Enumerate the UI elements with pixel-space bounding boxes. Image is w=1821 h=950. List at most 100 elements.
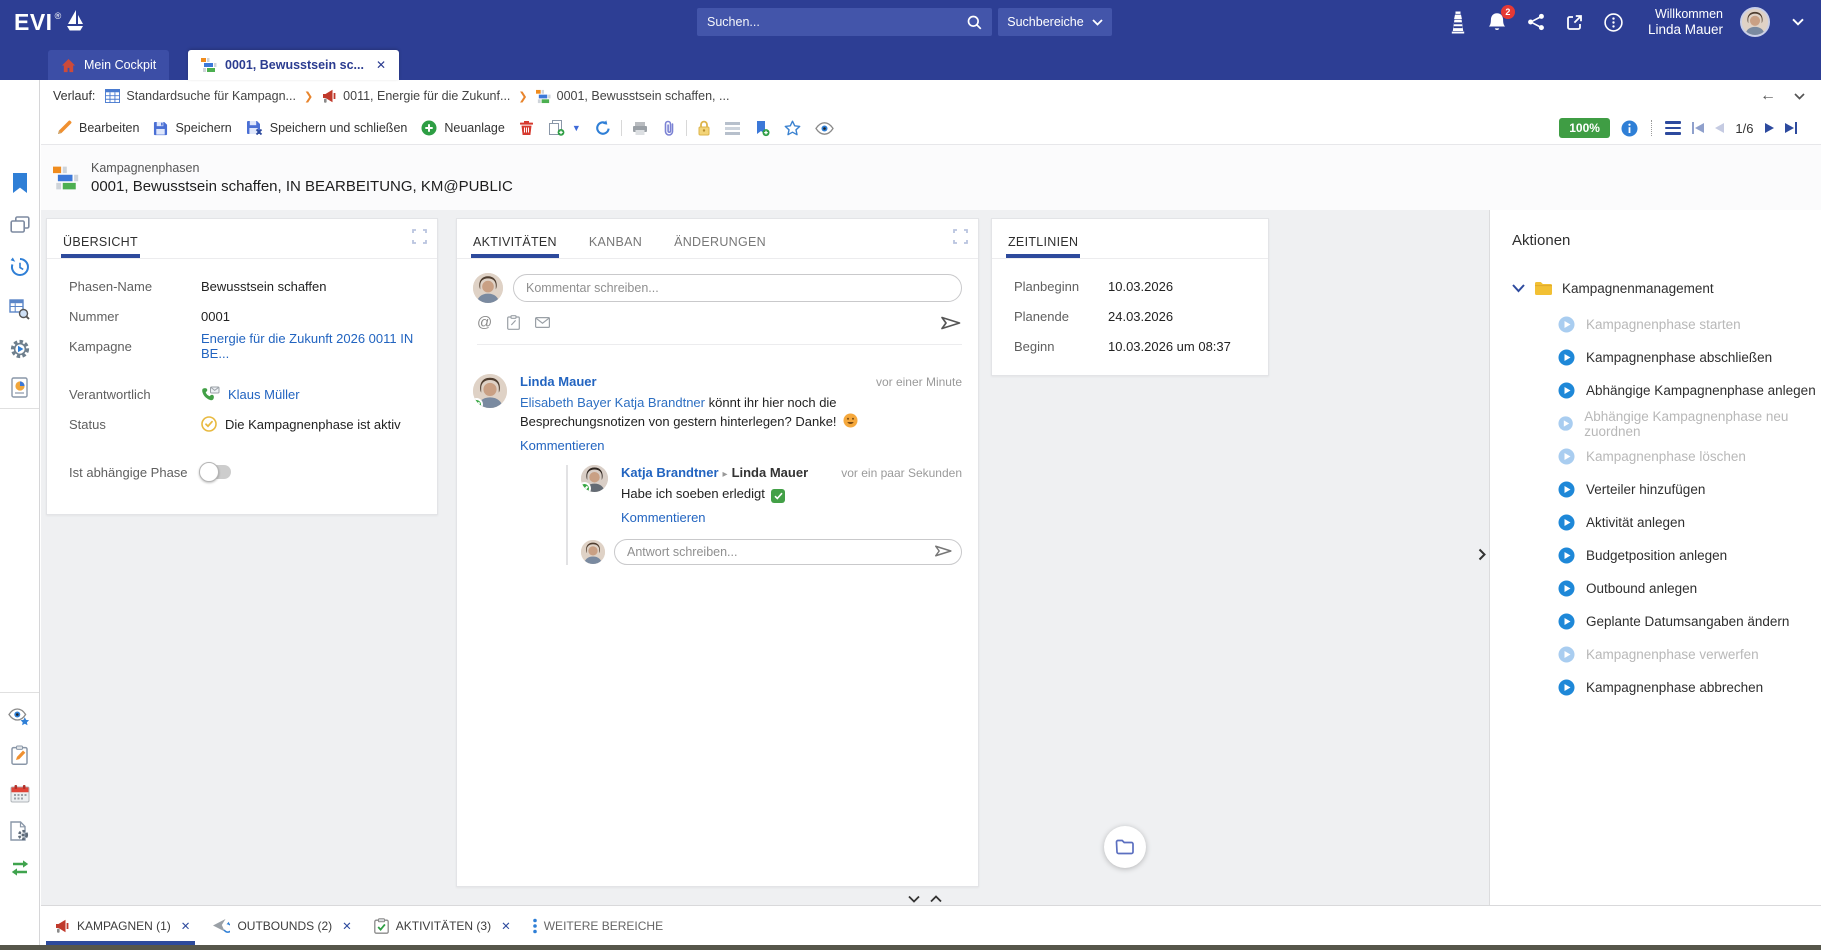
first-page-button[interactable] bbox=[1692, 122, 1705, 134]
sidebar-item-history[interactable] bbox=[0, 248, 39, 286]
bottom-tab-kampagnen[interactable]: KAMPAGNEN (1) ✕ bbox=[45, 906, 203, 945]
action-item[interactable]: Kampagnenphase abbrechen bbox=[1490, 671, 1821, 704]
avatar[interactable] bbox=[1740, 7, 1770, 37]
mention-links[interactable]: Elisabeth Bayer Katja Brandtner bbox=[520, 395, 705, 410]
sidebar-item-watchlist[interactable] bbox=[0, 698, 39, 736]
expand-panel-icon[interactable] bbox=[953, 229, 968, 244]
comment-action-link[interactable]: Kommentieren bbox=[520, 438, 605, 453]
next-page-button[interactable] bbox=[1765, 123, 1774, 133]
process-gear-icon bbox=[9, 338, 31, 360]
last-page-button[interactable] bbox=[1785, 122, 1798, 134]
collapse-bottom-chevron[interactable] bbox=[905, 892, 923, 906]
menu-icon[interactable] bbox=[1665, 121, 1681, 135]
copy-new-icon bbox=[548, 120, 565, 136]
info-icon[interactable] bbox=[1621, 120, 1638, 137]
search-input[interactable] bbox=[707, 15, 967, 29]
tab-kanban[interactable]: KANBAN bbox=[587, 235, 644, 258]
comment-action-link[interactable]: Kommentieren bbox=[621, 510, 706, 525]
tab-mein-cockpit[interactable]: Mein Cockpit bbox=[48, 50, 169, 80]
nav-back-icon[interactable]: ← bbox=[1760, 87, 1776, 105]
breadcrumb-item-phase[interactable]: 0001, Bewusstsein schaffen, ... bbox=[536, 89, 730, 104]
sidebar-item-calendar[interactable] bbox=[0, 774, 39, 812]
note-icon[interactable] bbox=[507, 315, 520, 330]
expand-panel-icon[interactable] bbox=[412, 229, 427, 244]
visibility-button[interactable] bbox=[808, 115, 841, 141]
reply-arrow-icon: ▸ bbox=[719, 469, 732, 480]
bottom-tab-outbounds[interactable]: OUTBOUNDS (2) ✕ bbox=[203, 906, 364, 945]
dashboard-folder-button[interactable] bbox=[1104, 826, 1146, 868]
save-close-button[interactable]: Speichern und schließen bbox=[239, 115, 415, 141]
action-item[interactable]: Outbound anlegen bbox=[1490, 572, 1821, 605]
share-icon[interactable] bbox=[1525, 10, 1547, 34]
close-tab-icon[interactable]: ✕ bbox=[181, 919, 191, 933]
comment-author-link[interactable]: Katja Brandtner bbox=[621, 465, 719, 480]
delete-button[interactable] bbox=[512, 115, 541, 141]
list-button[interactable] bbox=[718, 115, 747, 141]
tab-uebersicht[interactable]: ÜBERSICHT bbox=[61, 235, 140, 258]
bookmark-add-button[interactable] bbox=[747, 115, 777, 141]
edit-button[interactable]: Bearbeiten bbox=[49, 115, 146, 141]
mail-icon[interactable] bbox=[535, 317, 550, 328]
at-mention-icon[interactable]: @ bbox=[477, 314, 492, 331]
close-tab-icon[interactable]: ✕ bbox=[376, 58, 386, 72]
comment-author-link[interactable]: Linda Mauer bbox=[520, 374, 597, 389]
actions-group[interactable]: Kampagnenmanagement bbox=[1512, 281, 1821, 296]
action-item[interactable]: Abhängige Kampagnenphase anlegen bbox=[1490, 374, 1821, 407]
reply-input[interactable] bbox=[614, 539, 962, 565]
lighthouse-icon[interactable] bbox=[1447, 10, 1469, 34]
responsible-link[interactable]: Klaus Müller bbox=[228, 387, 300, 402]
campaign-link[interactable]: Energie für die Zukunft 2026 0011 IN BE.… bbox=[201, 331, 437, 361]
sidebar-item-sync[interactable] bbox=[0, 849, 39, 887]
sidebar-item-bookmarks[interactable] bbox=[0, 164, 39, 202]
sidebar-item-search-data[interactable] bbox=[0, 290, 39, 328]
sidebar-item-processes[interactable] bbox=[0, 330, 39, 368]
actions-list: Kampagnenphase starten Kampagnenphase ab… bbox=[1490, 308, 1821, 704]
favorite-button[interactable] bbox=[777, 115, 808, 141]
action-item[interactable]: Budgetposition anlegen bbox=[1490, 539, 1821, 572]
action-item[interactable]: Kampagnenphase abschließen bbox=[1490, 341, 1821, 374]
attachment-button[interactable] bbox=[655, 115, 683, 141]
send-icon[interactable] bbox=[934, 544, 953, 558]
comment-input[interactable] bbox=[513, 274, 962, 302]
close-tab-icon[interactable]: ✕ bbox=[342, 919, 352, 933]
action-item[interactable]: Verteiler hinzufügen bbox=[1490, 473, 1821, 506]
tab-record-active[interactable]: 0001, Bewusstsein sc... ✕ bbox=[188, 50, 399, 80]
search-icon[interactable] bbox=[967, 15, 982, 30]
reply-target: Linda Mauer bbox=[732, 465, 809, 480]
dependent-phase-toggle[interactable] bbox=[201, 465, 231, 479]
nav-menu-chevron-icon[interactable] bbox=[1794, 93, 1805, 100]
tab-zeitlinien[interactable]: ZEITLINIEN bbox=[1006, 235, 1080, 258]
send-icon[interactable] bbox=[940, 315, 962, 331]
search-scope-button[interactable]: Suchbereiche bbox=[998, 8, 1112, 36]
breadcrumb-item-search[interactable]: Standardsuche für Kampagn... bbox=[105, 89, 296, 103]
open-in-new-icon[interactable] bbox=[1564, 10, 1586, 34]
new-record-button[interactable]: Neuanlage bbox=[414, 115, 511, 141]
sidebar-item-reports[interactable] bbox=[0, 368, 39, 406]
smiling-face-emoji-icon bbox=[843, 413, 858, 428]
refresh-button[interactable] bbox=[588, 115, 618, 141]
expand-bottom-chevron[interactable] bbox=[927, 892, 945, 906]
evi-logo[interactable]: EVI ® bbox=[14, 9, 84, 35]
kebab-circle-icon[interactable] bbox=[1603, 10, 1625, 34]
megaphone-icon bbox=[321, 88, 337, 104]
save-button[interactable]: Speichern bbox=[146, 115, 238, 141]
tab-aenderungen[interactable]: ÄNDERUNGEN bbox=[672, 235, 768, 258]
action-item: Kampagnenphase starten bbox=[1490, 308, 1821, 341]
sidebar-item-notes[interactable] bbox=[0, 736, 39, 774]
bottom-tab-aktivitaeten[interactable]: AKTIVITÄTEN (3) ✕ bbox=[365, 906, 524, 945]
bell-icon[interactable]: 2 bbox=[1486, 10, 1508, 34]
bottom-tab-weitere-bereiche[interactable]: WEITERE BEREICHE bbox=[524, 906, 676, 945]
action-item[interactable]: Aktivität anlegen bbox=[1490, 506, 1821, 539]
close-tab-icon[interactable]: ✕ bbox=[501, 919, 511, 933]
print-button[interactable] bbox=[625, 115, 655, 141]
breadcrumb-item-campaign[interactable]: 0011, Energie für die Zukunf... bbox=[321, 88, 510, 104]
previous-page-button[interactable] bbox=[1715, 123, 1724, 133]
user-menu-chevron-icon[interactable] bbox=[1787, 10, 1809, 34]
tab-aktivitaeten[interactable]: AKTIVITÄTEN bbox=[471, 235, 559, 258]
lock-button[interactable] bbox=[690, 115, 718, 141]
action-item[interactable]: Geplante Datumsangaben ändern bbox=[1490, 605, 1821, 638]
online-badge-icon bbox=[473, 398, 483, 408]
duplicate-button[interactable]: ▼ bbox=[541, 115, 588, 141]
sidebar-item-windows[interactable] bbox=[0, 206, 39, 244]
sidebar-item-document-settings[interactable] bbox=[0, 812, 39, 850]
